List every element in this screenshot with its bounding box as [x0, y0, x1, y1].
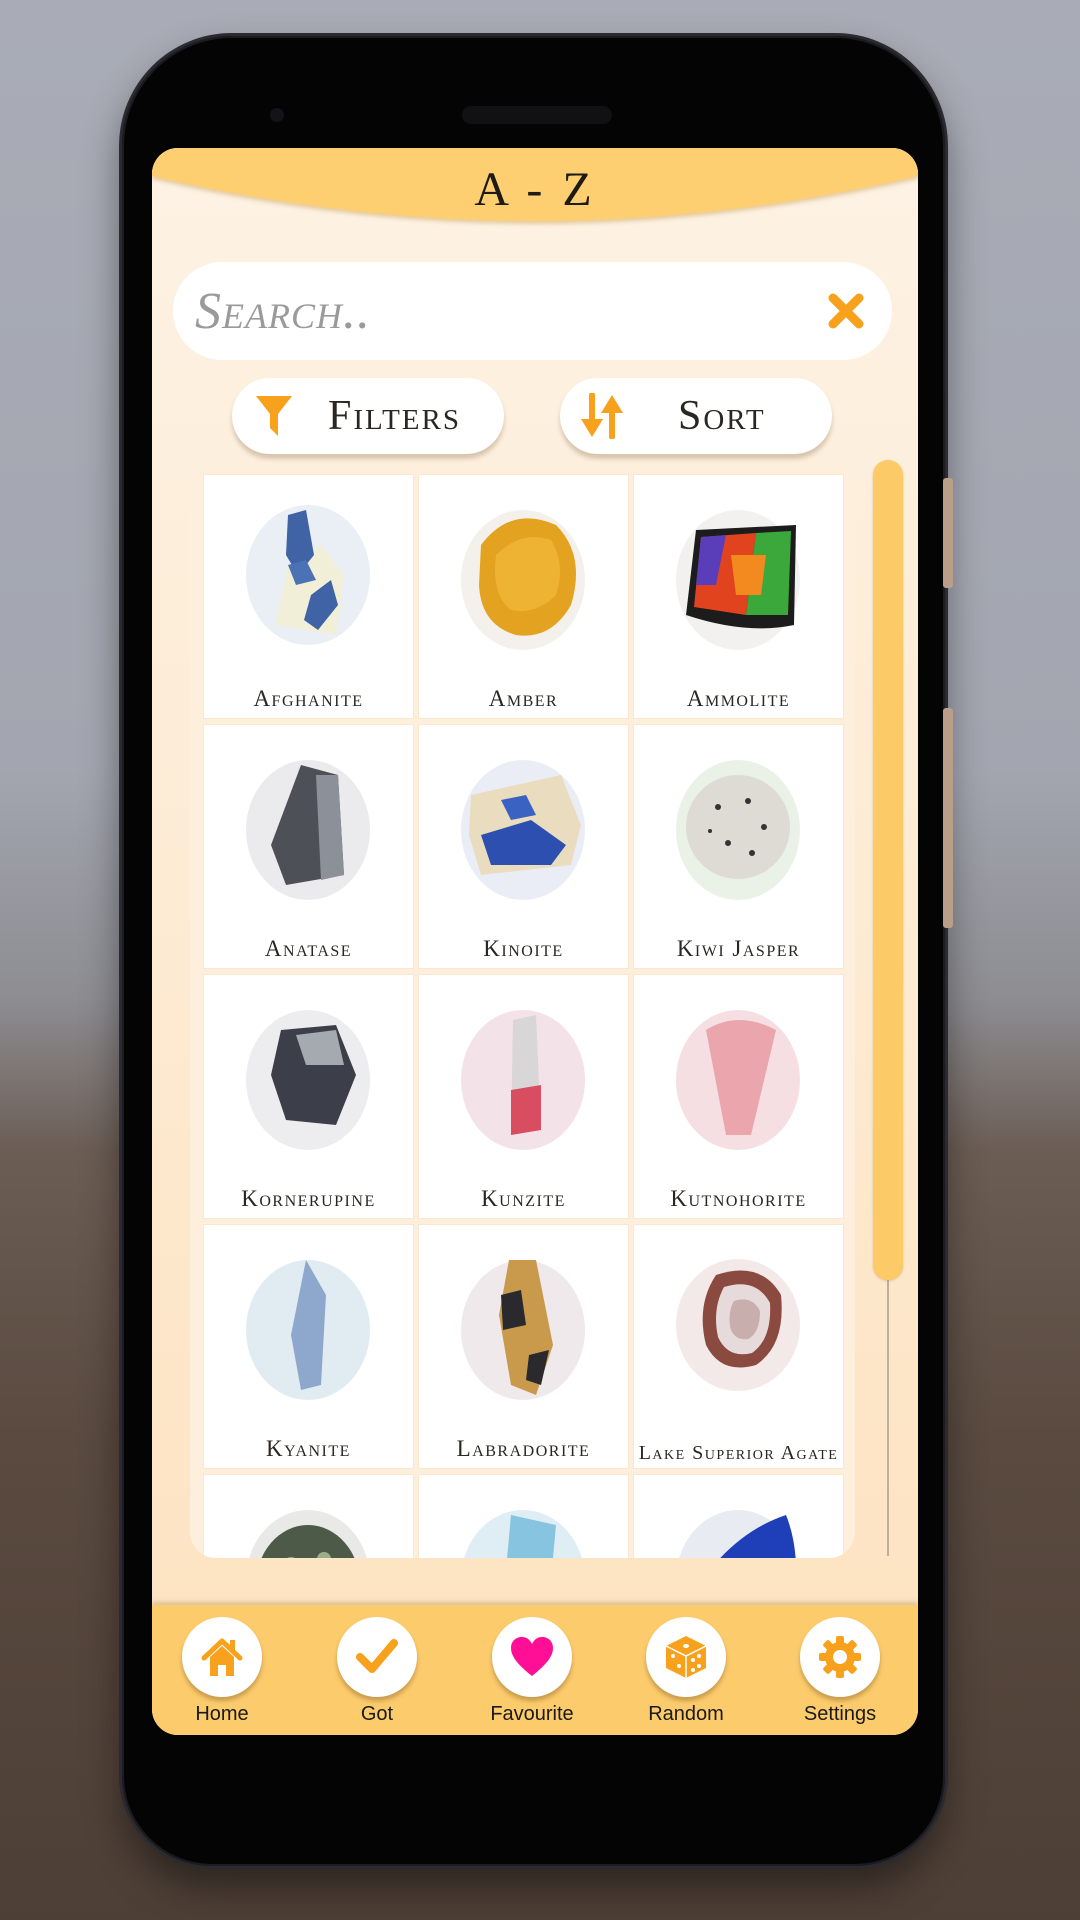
home-icon [201, 1638, 243, 1676]
gem-grid: Afghanite Amber Ammolite Anatase Kinoite… [204, 475, 843, 1558]
gem-image-kunzite [461, 1010, 585, 1150]
gem-image-afghanite [246, 505, 370, 645]
nav-home-button[interactable] [182, 1617, 262, 1697]
gem-image-lake-superior-agate [676, 1259, 800, 1391]
gem-name: Labradorite [456, 1436, 591, 1461]
scrollbar-thumb[interactable] [873, 460, 903, 1280]
nav-home[interactable]: Home [162, 1617, 282, 1729]
nav-got-button[interactable] [337, 1617, 417, 1697]
nav-random-button[interactable] [646, 1617, 726, 1697]
search-bar [173, 262, 892, 360]
gem-name: Kunzite [481, 1186, 566, 1211]
gem-card[interactable]: Anatase [204, 725, 413, 968]
gem-image-partial [679, 1510, 797, 1558]
page-title: A - Z [474, 163, 596, 216]
sort-label: Sort [678, 393, 766, 439]
funnel-icon [256, 396, 292, 436]
nav-settings[interactable]: Settings [780, 1617, 900, 1729]
gem-image-partial [464, 1510, 582, 1558]
gem-card[interactable]: Ammolite [634, 475, 843, 718]
gem-card[interactable]: Kinoite [419, 725, 628, 968]
nav-settings-button[interactable] [800, 1617, 880, 1697]
nav-label: Got [360, 1703, 394, 1725]
search-input[interactable] [195, 281, 822, 341]
checkmark-icon [356, 1639, 398, 1673]
gem-name: Kutnohorite [670, 1186, 807, 1211]
gem-name: Afghanite [253, 686, 364, 711]
filters-label: Filters [328, 393, 461, 439]
gem-card[interactable]: Labradorite [419, 1225, 628, 1468]
earpiece-speaker [462, 106, 612, 124]
power-button [943, 478, 953, 588]
gem-card[interactable] [419, 1475, 628, 1558]
app-screen: A - Z Filters Sort [152, 148, 918, 1735]
gem-image-kinoite [461, 760, 585, 900]
gem-image-ammolite [676, 510, 800, 650]
nav-random[interactable]: Random [626, 1617, 746, 1729]
gem-card[interactable]: Afghanite [204, 475, 413, 718]
gem-image-amber [461, 510, 585, 650]
gem-image-kiwi-jasper [676, 760, 800, 900]
gem-name: Kyanite [266, 1436, 351, 1461]
gem-image-anatase [246, 760, 370, 900]
heart-icon [511, 1637, 553, 1676]
nav-favourite[interactable]: Favourite [472, 1617, 592, 1729]
nav-got[interactable]: Got [317, 1617, 437, 1729]
volume-button [943, 708, 953, 928]
gem-card[interactable]: Kunzite [419, 975, 628, 1218]
sort-button[interactable]: Sort [560, 378, 832, 454]
nav-favourite-button[interactable] [492, 1617, 572, 1697]
gem-card[interactable]: Lake Superior Agate [634, 1225, 843, 1468]
gem-name: Anatase [264, 936, 353, 961]
nav-label: Home [195, 1703, 249, 1725]
gem-card[interactable]: Kornerupine [204, 975, 413, 1218]
nav-label: Favourite [490, 1703, 574, 1725]
gem-image-kyanite [246, 1260, 370, 1400]
gem-image-kutnohorite [676, 1010, 800, 1150]
gem-card[interactable]: Kiwi Jasper [634, 725, 843, 968]
gem-name: Kiwi Jasper [676, 936, 801, 961]
nav-label: Settings [803, 1703, 877, 1725]
gem-name: Ammolite [686, 686, 791, 711]
gem-image-partial [249, 1510, 367, 1558]
gem-grid-panel: Afghanite Amber Ammolite Anatase Kinoite… [190, 462, 855, 1558]
gem-name: Kinoite [483, 936, 564, 961]
filters-button[interactable]: Filters [232, 378, 504, 454]
bottom-nav: Home Got Favourite Random Settings [152, 1605, 918, 1735]
front-camera [270, 108, 284, 122]
gem-card[interactable] [634, 1475, 843, 1558]
gem-card[interactable] [204, 1475, 413, 1558]
gem-image-kornerupine [246, 1010, 370, 1150]
sort-arrows-icon [581, 393, 623, 439]
gem-image-labradorite [461, 1260, 585, 1400]
gem-card[interactable]: Amber [419, 475, 628, 718]
nav-label: Random [648, 1703, 724, 1725]
gem-name: Lake Superior Agate [638, 1442, 839, 1464]
dice-icon [665, 1636, 707, 1678]
gear-icon [819, 1636, 861, 1678]
gem-name: Amber [488, 686, 559, 711]
gem-name: Kornerupine [241, 1186, 376, 1211]
gem-card[interactable]: Kyanite [204, 1225, 413, 1468]
gem-card[interactable]: Kutnohorite [634, 975, 843, 1218]
close-icon [828, 293, 864, 329]
clear-search-button[interactable] [822, 286, 870, 336]
